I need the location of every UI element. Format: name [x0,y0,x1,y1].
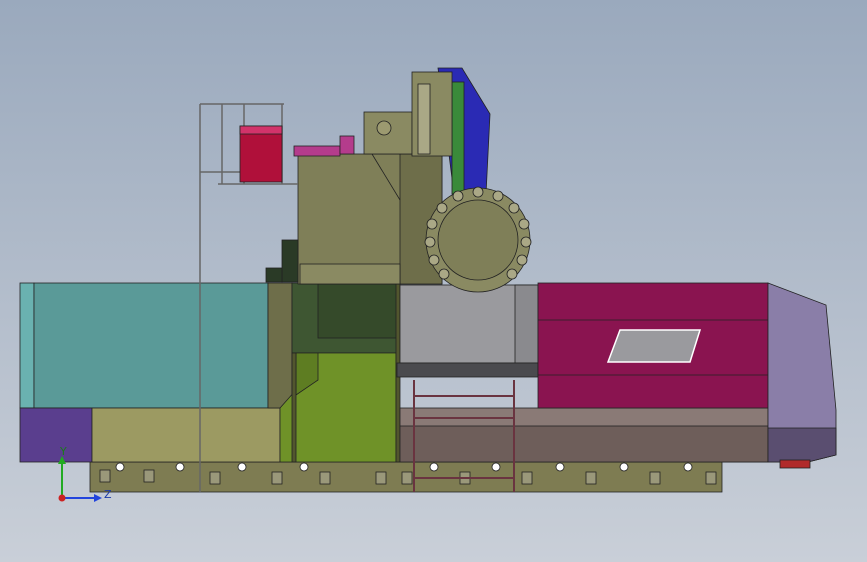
red-block-top [239,125,283,135]
dark-bracket-small [265,267,283,283]
olive-strip [267,282,293,409]
gray-tray [396,362,539,378]
spindle-ring-inner [437,199,519,281]
teal-cover [33,282,269,409]
pink-block [339,135,355,155]
lavender-endcap-lower [767,427,837,463]
dark-bracket [281,239,299,283]
foot-pad [779,459,811,469]
hopper-edge [291,352,297,463]
cad-viewport[interactable]: Y Z [0,0,867,562]
dark-green-inner [317,282,401,339]
z-axis-label: Z [104,488,112,501]
purple-block [19,407,93,463]
head-green [451,81,465,195]
column-base [299,263,401,285]
y-axis-label: Y [59,445,67,458]
magenta-window [606,329,702,363]
top-fixture-bore [376,120,392,136]
triad-origin [58,494,66,502]
pink-plate [293,145,341,157]
mauve-base-lower [399,425,769,463]
teal-cover-edge [19,282,35,409]
khaki-block [91,407,281,463]
cad-canvas[interactable]: Y Z [0,0,867,562]
lead-screw [417,83,431,155]
gray-block-shade [514,284,539,364]
